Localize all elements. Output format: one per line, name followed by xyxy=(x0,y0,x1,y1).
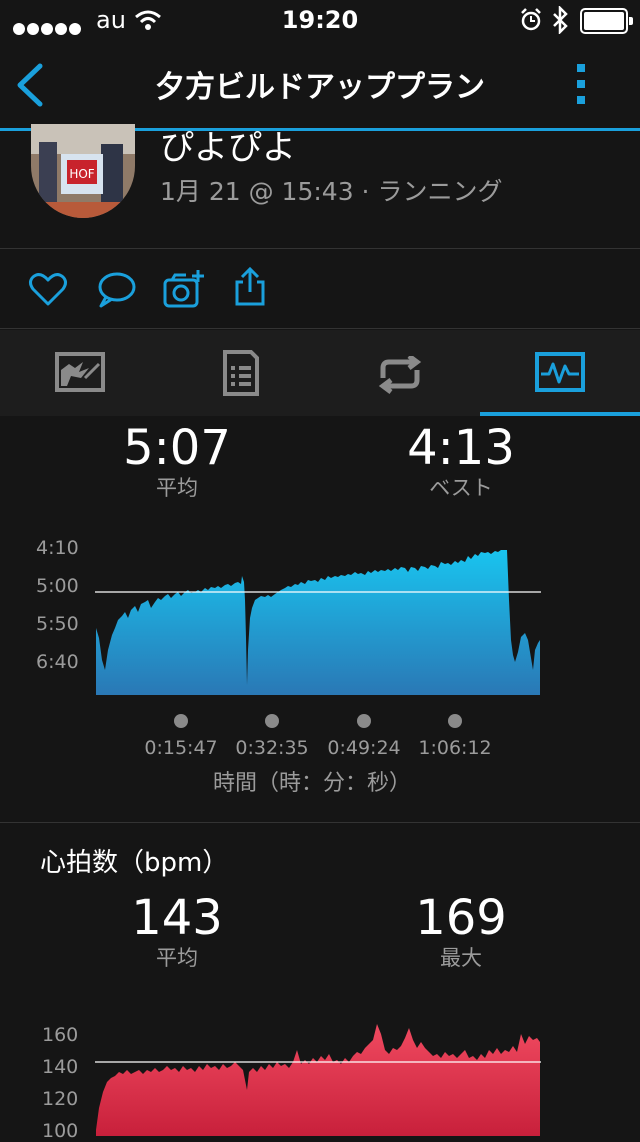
pace-y-tick: 5:00 xyxy=(36,575,79,597)
map-tab-icon xyxy=(55,352,105,392)
hr-y-tick: 120 xyxy=(42,1088,79,1110)
pace-area xyxy=(96,550,540,695)
heart-rate-max-label: 最大 xyxy=(440,946,482,970)
hr-y-tick: 140 xyxy=(42,1056,79,1078)
pace-best-label: ベスト xyxy=(429,476,493,500)
x-tick-marker xyxy=(448,714,462,728)
tab-charts[interactable] xyxy=(480,330,640,416)
heart-rate-max-value: 169 xyxy=(415,890,507,946)
divider xyxy=(0,328,640,329)
avatar[interactable]: HOF xyxy=(31,124,135,218)
nav-bar: 夕方ビルドアッププラン xyxy=(0,40,640,131)
pace-x-axis-label: 時間（時：分：秒） xyxy=(212,771,411,796)
pace-y-tick: 4:10 xyxy=(36,537,79,559)
tab-laps[interactable] xyxy=(320,330,480,416)
hr-y-tick: 100 xyxy=(42,1120,79,1142)
heart-rate-average-value: 143 xyxy=(131,890,223,946)
pace-x-tick: 1:06:12 xyxy=(418,737,492,759)
battery-icon xyxy=(580,8,633,34)
details-tab-icon xyxy=(223,350,259,396)
alarm-icon xyxy=(521,8,541,31)
more-icon[interactable] xyxy=(575,62,589,106)
x-tick-marker xyxy=(174,714,188,728)
comment-icon[interactable] xyxy=(96,270,136,310)
x-tick-marker xyxy=(357,714,371,728)
hr-y-tick: 160 xyxy=(42,1024,79,1046)
status-time: 19:20 xyxy=(281,6,359,34)
tab-details[interactable] xyxy=(160,330,320,416)
activity-owner-name: ぴよぴよ xyxy=(160,128,296,168)
heart-rate-area xyxy=(96,1024,540,1136)
svg-text:HOF: HOF xyxy=(69,167,94,181)
divider xyxy=(0,822,640,823)
x-tick-marker xyxy=(265,714,279,728)
pace-y-tick: 6:40 xyxy=(36,651,79,673)
add-photo-icon[interactable] xyxy=(162,268,206,310)
heart-rate-title: 心拍数（bpm） xyxy=(40,848,229,878)
heart-icon[interactable] xyxy=(28,270,68,310)
active-tab-indicator xyxy=(480,412,640,416)
tab-bar xyxy=(0,330,640,416)
divider xyxy=(0,248,640,249)
activity-meta: 1月 21 @ 15:43 · ランニング xyxy=(160,177,503,206)
tab-map[interactable] xyxy=(0,330,160,416)
share-icon[interactable] xyxy=(232,266,268,308)
pace-best-value: 4:13 xyxy=(407,420,515,476)
laps-tab-icon xyxy=(378,356,422,394)
heart-rate-chart xyxy=(95,1024,541,1136)
status-bar: au 19:20 xyxy=(0,0,640,40)
bluetooth-icon xyxy=(553,6,568,34)
page-title: 夕方ビルドアッププラン xyxy=(155,70,485,105)
pace-y-tick: 5:50 xyxy=(36,613,79,635)
heart-rate-average-label: 平均 xyxy=(156,946,198,970)
pace-chart xyxy=(95,550,541,695)
charts-tab-icon xyxy=(535,352,585,392)
pace-average-value: 5:07 xyxy=(123,420,231,476)
pace-average-label: 平均 xyxy=(156,476,198,500)
